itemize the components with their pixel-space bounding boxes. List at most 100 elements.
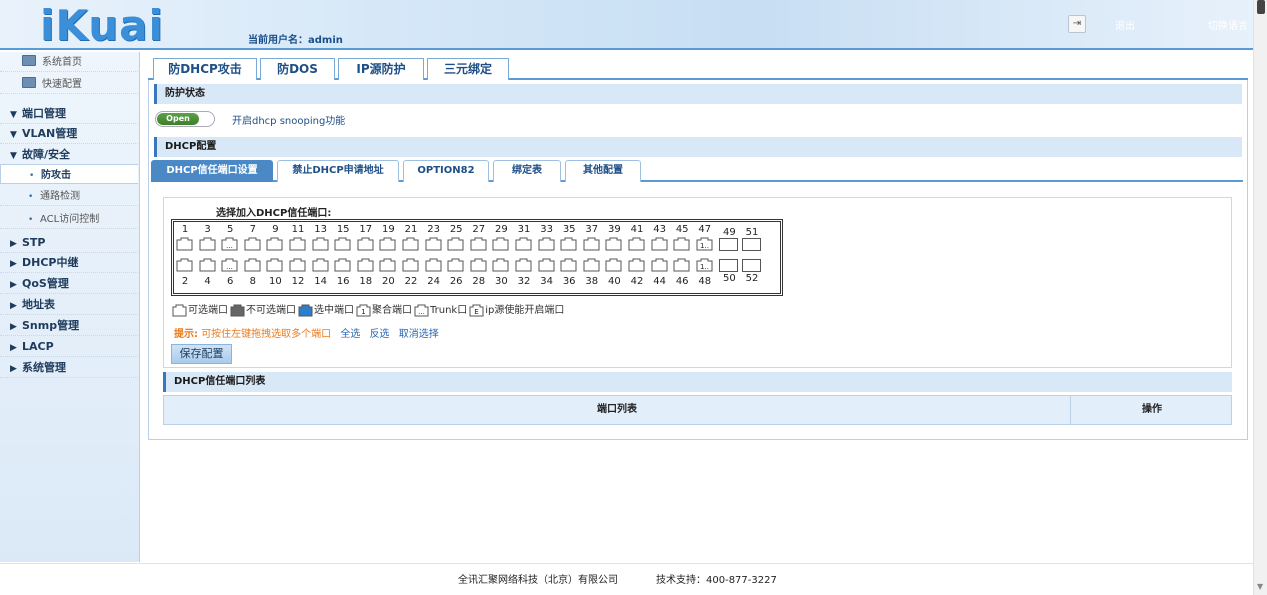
sfp-port-icon[interactable] — [719, 259, 739, 272]
ethernet-port-icon[interactable] — [334, 258, 351, 272]
user-label: 当前用户名： — [248, 35, 308, 46]
port-number: 10 — [269, 276, 282, 287]
tab-3[interactable]: 三元绑定 — [427, 58, 509, 81]
port-number: 41 — [630, 224, 644, 235]
sidebar-item-5[interactable]: • 防攻击 — [0, 164, 138, 184]
clear-selection-link[interactable]: 取消选择 — [399, 329, 439, 340]
caret-right-icon: ▶ — [10, 280, 17, 290]
ethernet-port-icon[interactable] — [538, 237, 555, 251]
ethernet-port-icon[interactable] — [199, 237, 216, 251]
sidebar-item-0[interactable]: 系统首页 — [0, 52, 138, 72]
ethernet-port-icon[interactable] — [492, 237, 509, 251]
sidebar-item-11[interactable]: ▶ 地址表 — [0, 295, 138, 315]
ethernet-port-icon[interactable] — [425, 237, 442, 251]
ethernet-port-icon[interactable] — [176, 258, 193, 272]
ethernet-port-icon[interactable] — [470, 237, 487, 251]
ethernet-port-icon[interactable] — [673, 258, 690, 272]
tab-2[interactable]: IP源防护 — [338, 58, 424, 81]
ethernet-port-icon[interactable] — [425, 258, 442, 272]
ethernet-port-icon[interactable] — [515, 258, 532, 272]
sidebar-item-8[interactable]: ▶ STP — [0, 233, 138, 253]
subtab-3[interactable]: 绑定表 — [493, 160, 561, 182]
logout-icon[interactable]: ⇥ — [1068, 15, 1086, 33]
ethernet-port-icon[interactable] — [289, 237, 306, 251]
sidebar-item-1[interactable]: 快速配置 — [0, 74, 138, 94]
logout-link[interactable]: 退出 — [1115, 17, 1135, 32]
sidebar-item-3[interactable]: ▼ VLAN管理 — [0, 124, 138, 144]
ethernet-port-icon[interactable] — [312, 258, 329, 272]
ethernet-port-icon[interactable] — [289, 258, 306, 272]
subtab-4[interactable]: 其他配置 — [565, 160, 641, 182]
invert-selection-link[interactable]: 反选 — [370, 329, 390, 340]
sidebar-item-6[interactable]: • 通路检测 — [0, 186, 138, 206]
column-operation: 操作 — [1142, 404, 1162, 415]
ethernet-port-icon[interactable] — [379, 237, 396, 251]
ethernet-port-icon[interactable] — [560, 258, 577, 272]
ethernet-port-icon[interactable] — [628, 237, 645, 251]
ethernet-port-icon[interactable]: ... — [221, 237, 238, 251]
ethernet-port-icon[interactable] — [266, 237, 283, 251]
ethernet-port-icon[interactable]: 1.. — [696, 237, 713, 251]
switch-language-link[interactable]: 切换语言 — [1208, 17, 1248, 32]
port-number: 50 — [723, 273, 736, 284]
ethernet-port-icon[interactable] — [583, 258, 600, 272]
sidebar-item-4[interactable]: ▼ 故障/安全 — [0, 145, 138, 165]
ethernet-port-icon[interactable] — [266, 258, 283, 272]
port-number: 9 — [272, 224, 279, 235]
ethernet-port-icon[interactable] — [176, 237, 193, 251]
sidebar-item-7[interactable]: • ACL访问控制 — [0, 209, 138, 229]
dhcp-snooping-label: 开启dhcp snooping功能 — [232, 116, 346, 127]
page-scrollbar[interactable]: ▼ — [1253, 0, 1267, 595]
ethernet-port-icon[interactable] — [628, 258, 645, 272]
scroll-thumb[interactable] — [1257, 0, 1265, 14]
sidebar-item-2[interactable]: ▼ 端口管理 — [0, 104, 138, 124]
ethernet-port-icon[interactable] — [334, 237, 351, 251]
ethernet-port-icon[interactable] — [538, 258, 555, 272]
sfp-port-icon[interactable] — [719, 238, 739, 251]
subtab-0[interactable]: DHCP信任端口设置 — [151, 160, 273, 182]
ethernet-port-icon[interactable] — [357, 237, 374, 251]
ethernet-port-icon[interactable] — [605, 258, 622, 272]
select-all-link[interactable]: 全选 — [340, 329, 360, 340]
ethernet-port-icon[interactable] — [402, 237, 419, 251]
sfp-port-icon[interactable] — [742, 238, 761, 251]
dhcp-snooping-toggle[interactable]: Open — [155, 111, 215, 127]
ethernet-port-icon[interactable] — [244, 237, 261, 251]
caret-down-icon: ▼ — [10, 130, 17, 140]
ethernet-port-icon[interactable] — [651, 237, 668, 251]
sidebar-item-10[interactable]: ▶ QoS管理 — [0, 274, 138, 294]
ethernet-port-icon[interactable] — [560, 237, 577, 251]
save-config-button[interactable]: 保存配置 — [171, 344, 232, 364]
sidebar-item-12[interactable]: ▶ Snmp管理 — [0, 316, 138, 336]
ethernet-port-icon[interactable]: 1.. — [696, 258, 713, 272]
ethernet-port-icon[interactable] — [583, 237, 600, 251]
ethernet-port-icon[interactable] — [673, 237, 690, 251]
scroll-down-arrow-icon[interactable]: ▼ — [1257, 582, 1263, 591]
ethernet-port-icon[interactable] — [470, 258, 487, 272]
caret-right-icon: ▶ — [10, 301, 17, 311]
tab-0[interactable]: 防DHCP攻击 — [153, 58, 257, 81]
port-number: 6 — [227, 276, 234, 287]
ethernet-port-icon[interactable] — [447, 237, 464, 251]
ethernet-port-icon[interactable] — [312, 237, 329, 251]
ethernet-port-icon[interactable] — [402, 258, 419, 272]
tab-1[interactable]: 防DOS — [260, 58, 335, 81]
ethernet-port-icon[interactable] — [605, 237, 622, 251]
ethernet-port-icon[interactable] — [492, 258, 509, 272]
monitor-icon — [22, 55, 36, 66]
ethernet-port-icon[interactable] — [379, 258, 396, 272]
ethernet-port-icon[interactable] — [357, 258, 374, 272]
sidebar-item-9[interactable]: ▶ DHCP中继 — [0, 253, 138, 273]
ethernet-port-icon[interactable] — [244, 258, 261, 272]
ethernet-port-icon[interactable] — [651, 258, 668, 272]
ethernet-port-icon[interactable] — [199, 258, 216, 272]
ethernet-port-icon[interactable] — [515, 237, 532, 251]
sfp-port-icon[interactable] — [742, 259, 761, 272]
subtab-2[interactable]: OPTION82 — [403, 160, 489, 182]
ethernet-port-icon[interactable] — [447, 258, 464, 272]
sidebar-item-13[interactable]: ▶ LACP — [0, 337, 138, 357]
sidebar-item-label: 地址表 — [22, 298, 55, 311]
subtab-1[interactable]: 禁止DHCP申请地址 — [277, 160, 399, 182]
ethernet-port-icon[interactable]: ... — [221, 258, 238, 272]
sidebar-item-14[interactable]: ▶ 系统管理 — [0, 358, 138, 378]
